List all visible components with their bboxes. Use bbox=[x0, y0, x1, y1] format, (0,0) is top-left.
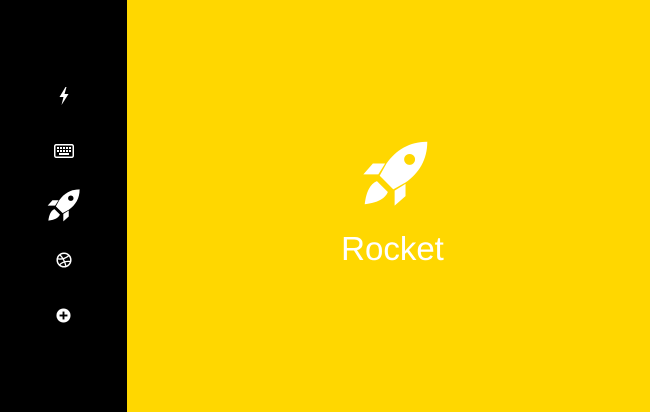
rocket-icon bbox=[362, 139, 430, 207]
sidebar bbox=[0, 0, 127, 412]
plus-circle-icon bbox=[56, 307, 71, 323]
dribbble-icon bbox=[55, 252, 72, 268]
sidebar-item-add[interactable] bbox=[0, 295, 127, 335]
sidebar-item-dribbble[interactable] bbox=[0, 240, 127, 280]
bolt-icon bbox=[58, 87, 70, 105]
sidebar-item-bolt[interactable] bbox=[0, 76, 127, 116]
main-panel: Rocket bbox=[127, 0, 650, 412]
rocket-icon bbox=[47, 188, 81, 222]
keyboard-icon bbox=[53, 144, 74, 158]
page-title: Rocket bbox=[341, 230, 444, 267]
sidebar-item-rocket[interactable] bbox=[0, 185, 127, 225]
app-window: Rocket bbox=[0, 0, 650, 412]
sidebar-item-keyboard[interactable] bbox=[0, 131, 127, 171]
